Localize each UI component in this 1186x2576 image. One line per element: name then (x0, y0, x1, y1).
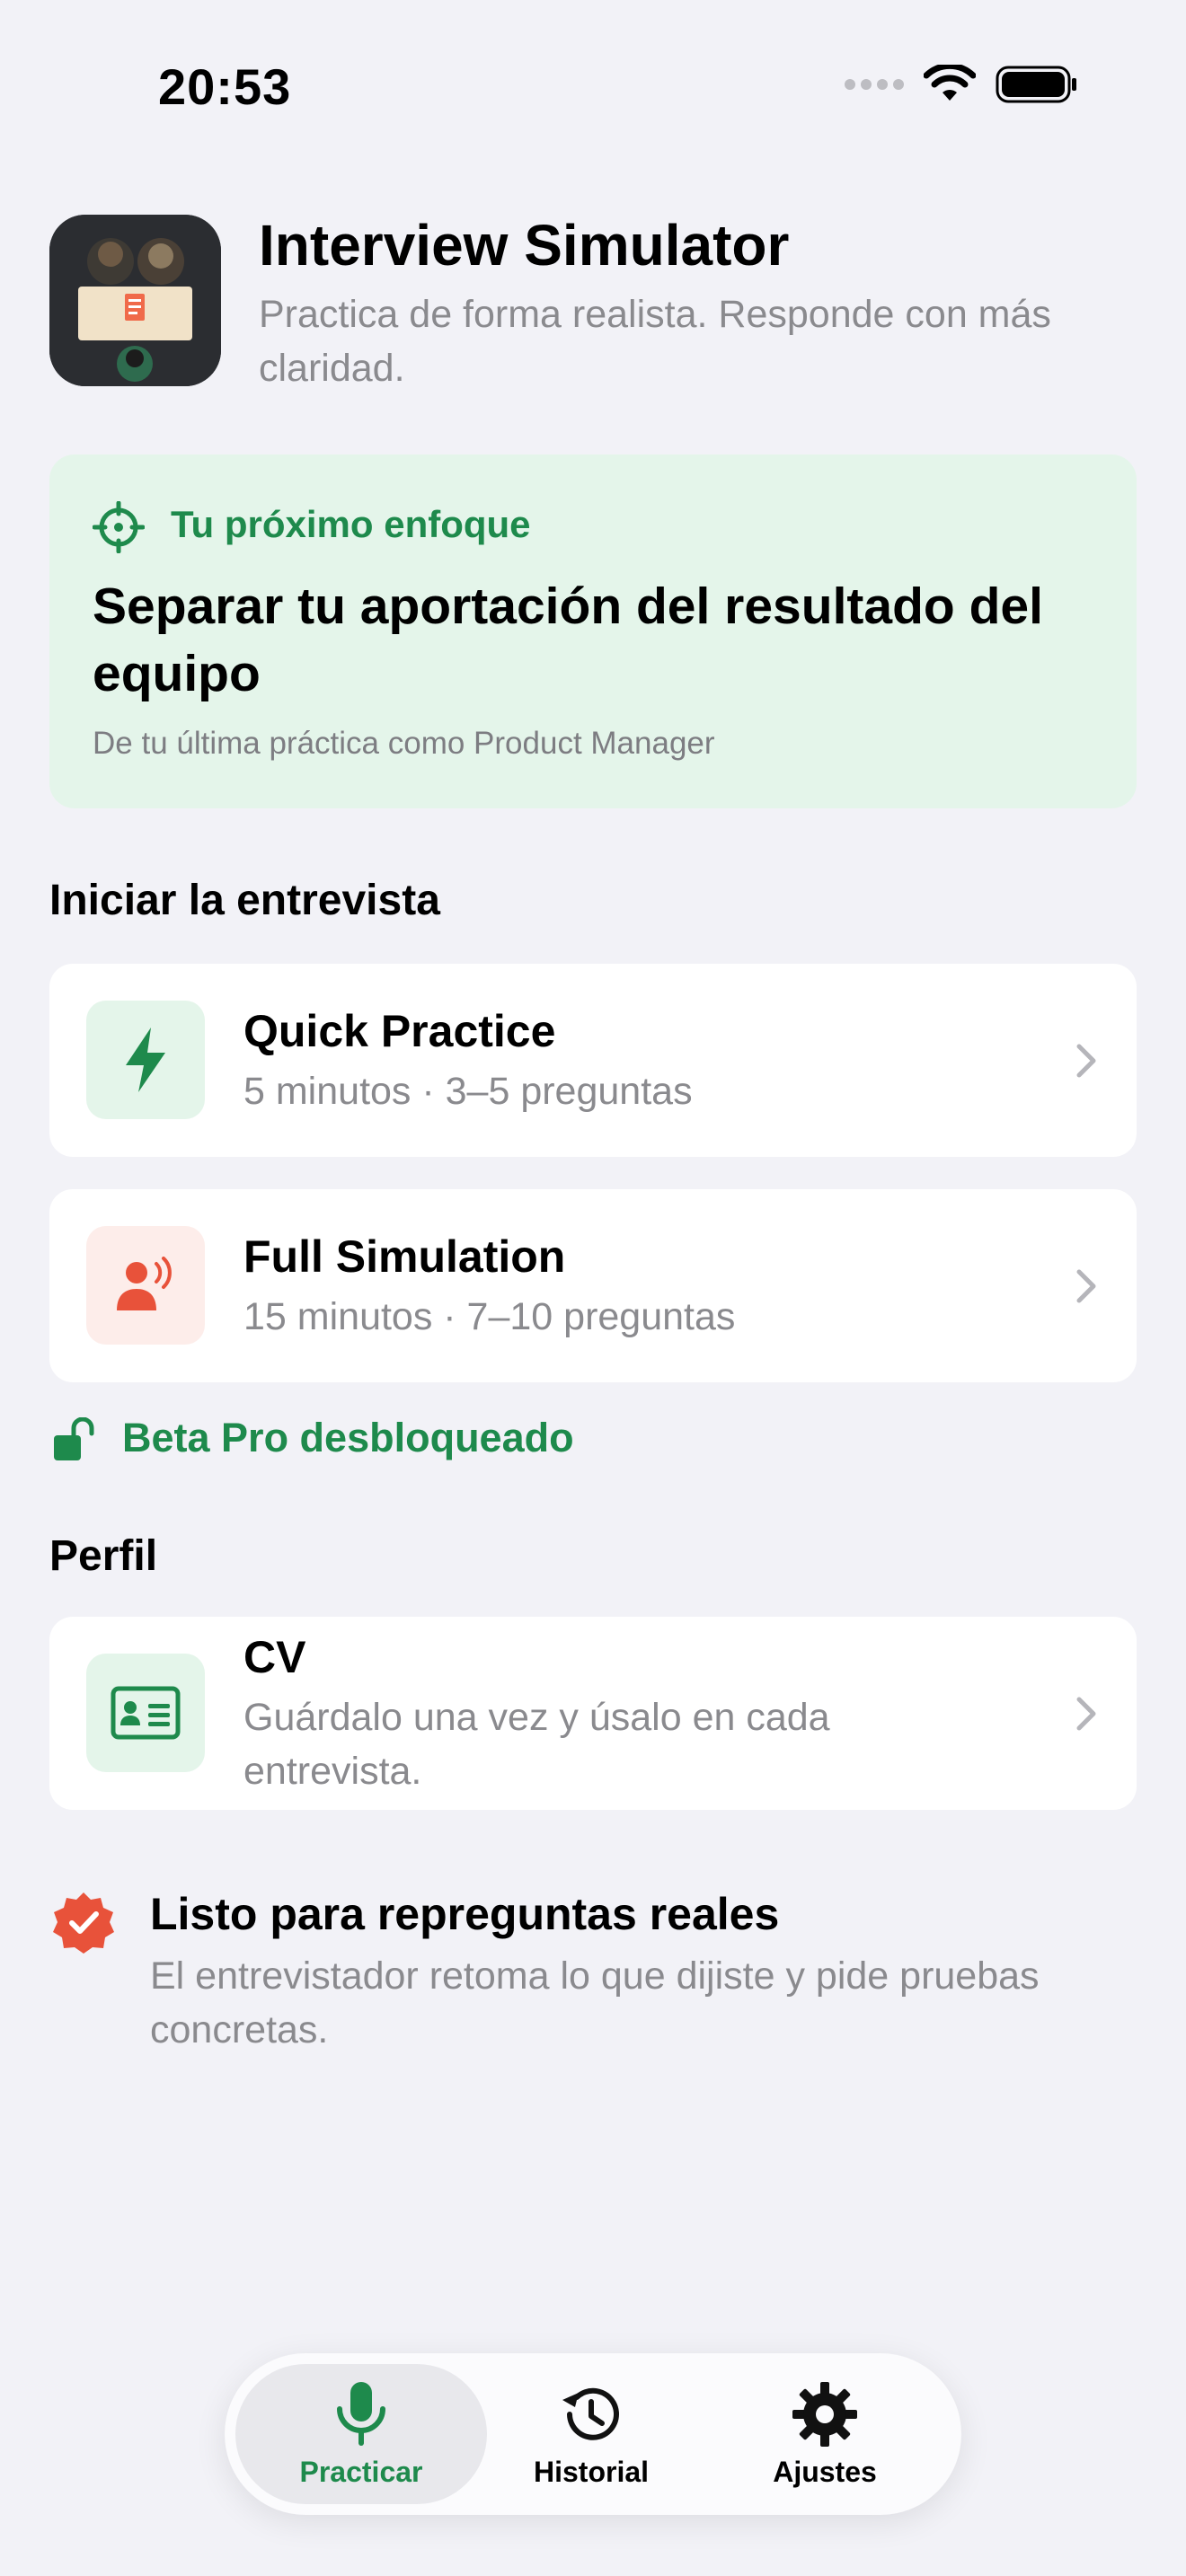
tab-practicar[interactable]: Practicar (244, 2380, 478, 2489)
ready-title: Listo para repreguntas reales (150, 1889, 780, 1939)
verified-badge-icon (53, 1892, 114, 1954)
tab-historial[interactable]: Historial (474, 2380, 708, 2489)
wifi-icon (924, 65, 976, 101)
focus-title: Separar tu aportación del resultado del … (93, 578, 1043, 702)
profile-section-heading: Perfil (49, 1532, 158, 1580)
tab-ajustes[interactable]: Ajustes (708, 2380, 942, 2489)
chevron-right-icon (1076, 1269, 1096, 1303)
tab-label-ajustes: Ajustes (773, 2456, 877, 2488)
lightning-icon (126, 1028, 165, 1092)
app-title: Interview Simulator (259, 213, 790, 278)
cellular-signal-icon (845, 79, 904, 90)
full-simulation-subtitle: 15 minutos · 7–10 preguntas (243, 1295, 736, 1338)
tab-label-practicar: Practicar (299, 2456, 423, 2488)
pro-status: Beta Pro desbloqueado (122, 1415, 574, 1460)
chevron-right-icon (1076, 1697, 1096, 1731)
id-card-tile (86, 1654, 205, 1772)
quick-practice-subtitle: 5 minutos · 3–5 preguntas (243, 1070, 693, 1113)
chevron-right-icon (1076, 1044, 1096, 1078)
tab-label-historial: Historial (533, 2456, 650, 2488)
quick-practice-title: Quick Practice (243, 1006, 556, 1056)
id-card-icon (111, 1686, 181, 1740)
start-section-heading: Iniciar la entrevista (49, 877, 440, 924)
gear-icon (792, 2382, 857, 2447)
microphone-icon (337, 2382, 385, 2446)
battery-icon (996, 66, 1076, 103)
app-subtitle: Practica de forma realista. Responde con… (259, 293, 1051, 390)
cv-card[interactable]: CV Guárdalo una vez y úsalo en cada entr… (49, 1617, 1137, 1810)
ready-subtitle: El entrevistador retoma lo que dijiste y… (150, 1954, 1040, 2051)
lightning-tile (86, 1001, 205, 1119)
person-speaking-icon (117, 1257, 172, 1310)
full-simulation-card[interactable]: Full Simulation 15 minutos · 7–10 pregun… (49, 1189, 1137, 1382)
focus-label: Tu próximo enfoque (171, 503, 531, 545)
status-time: 20:53 (158, 58, 292, 115)
cv-title: CV (243, 1632, 306, 1682)
speaker-tile (86, 1226, 205, 1345)
status-icons (845, 65, 1078, 104)
full-simulation-title: Full Simulation (243, 1231, 566, 1282)
quick-practice-card[interactable]: Quick Practice 5 minutos · 3–5 preguntas (49, 964, 1137, 1157)
history-icon (562, 2387, 619, 2440)
app-icon (49, 215, 221, 386)
target-icon (93, 501, 145, 553)
unlock-icon (54, 1417, 94, 1460)
cv-subtitle: Guárdalo una vez y úsalo en cada entrevi… (243, 1696, 830, 1793)
focus-note: De tu última práctica como Product Manag… (93, 726, 715, 761)
